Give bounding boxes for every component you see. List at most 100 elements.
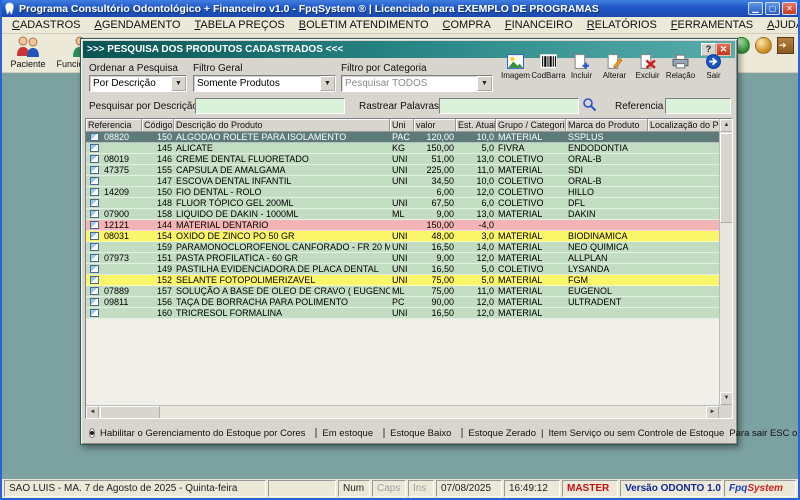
alterar-button[interactable]: Alterar <box>599 54 630 80</box>
sair-button[interactable]: Sair <box>698 54 729 80</box>
patients-toolbar-button[interactable]: Paciente <box>2 34 54 71</box>
row-image-cell <box>86 132 102 142</box>
referencia-input[interactable] <box>665 98 731 114</box>
table-row[interactable]: 12121 144 MATERIAL DENTARIO 150,00 -4,0 <box>86 220 723 231</box>
filtro-geral-select[interactable]: Somente Produtos ▼ <box>193 75 336 92</box>
cell-marca: BIODINAMICA <box>566 231 648 241</box>
table-row[interactable]: 08019 146 CREME DENTAL FLUORETADO UNI 51… <box>86 154 723 165</box>
vertical-scrollbar[interactable]: ▲ ▼ <box>719 119 732 405</box>
row-image-cell <box>86 286 102 296</box>
pesquisar-descricao-input[interactable] <box>195 98 345 114</box>
cell-valor: 90,00 <box>414 297 456 307</box>
menu-boletim-atendimento[interactable]: BOLETIM ATENDIMENTO <box>292 18 436 32</box>
rastrear-palavras-label: Rastrear Palavras <box>359 101 439 112</box>
chevron-down-icon[interactable]: ▼ <box>320 76 335 91</box>
menu-ajuda[interactable]: AJUDA <box>760 18 800 32</box>
col-header-uni[interactable]: Uni <box>390 119 414 132</box>
pesquisar-descricao-label: Pesquisar por Descrição <box>89 101 198 112</box>
col-header-est-atual[interactable]: Est. Atual <box>456 119 496 132</box>
ordenar-select[interactable]: Por Descrição ▼ <box>89 75 187 92</box>
col-header-codigo[interactable]: Código <box>142 119 174 132</box>
table-row[interactable]: 14209 150 FIO DENTAL - ROLO 6,00 12,0 CO… <box>86 187 723 198</box>
cell-marca: ENDODONTIA <box>566 143 648 153</box>
incluir-button[interactable]: Incluir <box>566 54 597 80</box>
scroll-left-button[interactable]: ◄ <box>86 406 99 419</box>
table-row[interactable]: 07973 151 PASTA PROFILATICA - 60 GR UNI … <box>86 253 723 264</box>
menu-ferramentas[interactable]: FERRAMENTAS <box>664 18 760 32</box>
minimize-button[interactable]: ▁ <box>748 2 763 15</box>
cell-marca: FGM <box>566 275 648 285</box>
table-row[interactable]: 08820 150 ALGODAO ROLETE PARA ISOLAMENTO… <box>86 132 723 143</box>
table-row[interactable]: 147 ESCOVA DENTAL INFANTIL UNI 34,50 10,… <box>86 176 723 187</box>
menu-relat-rios[interactable]: RELATÓRIOS <box>580 18 664 32</box>
cell-descricao: CREME DENTAL FLUORETADO <box>174 154 390 164</box>
rastrear-palavras-input[interactable] <box>439 98 579 114</box>
stock-toggle-label: Habilitar o Gerenciamento do Estoque por… <box>100 428 305 439</box>
cell-codigo: 150 <box>142 132 174 142</box>
cell-grupo: COLETIVO <box>496 264 566 274</box>
cell-grupo: MATERIAL <box>496 165 566 175</box>
table-row[interactable]: 148 FLUOR TÓPICO GEL 200ML UNI 67,50 6,0… <box>86 198 723 209</box>
cell-codigo: 159 <box>142 242 174 252</box>
cell-valor: 150,00 <box>414 143 456 153</box>
table-row[interactable]: 09811 156 TAÇA DE BORRACHA PARA POLIMENT… <box>86 297 723 308</box>
cell-est-atual: 12,0 <box>456 308 496 318</box>
excluir-button[interactable]: Excluir <box>632 54 663 80</box>
row-image-cell <box>86 209 102 219</box>
codbarra-button[interactable]: CodBarra <box>533 54 564 80</box>
menu-compra[interactable]: COMPRA <box>436 18 498 32</box>
row-image-cell <box>86 253 102 263</box>
search-icon <box>582 97 597 112</box>
table-row[interactable]: 149 PASTILHA EVIDENCIADORA DE PLACA DENT… <box>86 264 723 275</box>
col-header-grupo[interactable]: Grupo / Categoria <box>496 119 566 132</box>
cell-marca <box>566 308 648 318</box>
horizontal-scrollbar[interactable]: ◄ ► <box>86 405 719 418</box>
scroll-right-button[interactable]: ► <box>706 406 719 419</box>
menu-financeiro[interactable]: FINANCEIRO <box>498 18 580 32</box>
maximize-button[interactable]: ▢ <box>765 2 780 15</box>
cell-referencia: 14209 <box>102 187 142 197</box>
exit-toolbar-button[interactable] <box>777 37 794 54</box>
coins-toolbar-button[interactable] <box>755 37 772 54</box>
col-header-descricao[interactable]: Descrição do Produto <box>174 119 390 132</box>
close-button[interactable]: ✕ <box>782 2 797 15</box>
col-header-valor[interactable]: valor <box>414 119 456 132</box>
scroll-up-button[interactable]: ▲ <box>720 119 733 132</box>
table-row[interactable]: 145 ALICATE KG 150,00 5,0 FIVRA ENDODONT… <box>86 143 723 154</box>
scroll-down-button[interactable]: ▼ <box>720 392 733 405</box>
h-scroll-thumb[interactable] <box>100 406 160 419</box>
cell-est-atual: 14,0 <box>456 242 496 252</box>
search-button[interactable] <box>581 97 598 113</box>
table-row[interactable]: 07889 157 SOLUÇÃO A BASE DE OLEO DE CRAV… <box>86 286 723 297</box>
status-brand-logo: FpqSystem <box>724 480 796 497</box>
col-header-localizacao[interactable]: Localização do Produto <box>648 119 723 132</box>
photo-icon <box>90 232 99 240</box>
cell-localizacao <box>648 308 723 318</box>
cell-valor: 120,00 <box>414 132 456 142</box>
table-row[interactable]: 160 TRICRESOL FORMALINA UNI 16,50 12,0 M… <box>86 308 723 319</box>
cell-valor: 6,00 <box>414 187 456 197</box>
chevron-down-icon[interactable]: ▼ <box>171 76 186 91</box>
stock-color-toggle-radio[interactable] <box>89 428 95 438</box>
table-row[interactable]: 159 PARAMONOCLOROFENOL CANFORADO - FR 20… <box>86 242 723 253</box>
cell-descricao: PARAMONOCLOROFENOL CANFORADO - FR 20 ML <box>174 242 390 252</box>
relacao-button[interactable]: Relação <box>665 54 696 80</box>
col-header-marca[interactable]: Marca do Produto <box>566 119 648 132</box>
table-row[interactable]: 152 SELANTE FOTOPOLIMERIZAVEL UNI 75,00 … <box>86 275 723 286</box>
menu-tabela-pre-os[interactable]: TABELA PREÇOS <box>187 18 291 32</box>
menu-cadastros[interactable]: CADASTROS <box>5 18 87 32</box>
chevron-down-icon[interactable]: ▼ <box>477 76 492 91</box>
v-scroll-thumb[interactable] <box>720 133 733 223</box>
imagem-button[interactable]: Imagem <box>500 54 531 80</box>
table-row[interactable]: 07900 158 LIQUIDO DE DAKIN - 1000ML ML 9… <box>86 209 723 220</box>
menu-agendamento[interactable]: AGENDAMENTO <box>87 18 187 32</box>
cell-codigo: 145 <box>142 143 174 153</box>
filtro-categoria-select[interactable]: Pesquisar TODOS ▼ <box>341 75 493 92</box>
status-bar: SAO LUIS - MA. 7 de Agosto de 2025 - Qui… <box>2 479 798 498</box>
cell-uni: ML <box>390 209 414 219</box>
table-row[interactable]: 08031 154 OXIDO DE ZINCO PO 50 GR UNI 48… <box>86 231 723 242</box>
col-header-referencia[interactable]: Referencia <box>86 119 142 132</box>
zero-stock-label: Estoque Zerado <box>468 428 536 439</box>
table-row[interactable]: 47375 155 CAPSULA DE AMALGAMA UNI 225,00… <box>86 165 723 176</box>
cell-descricao: ESCOVA DENTAL INFANTIL <box>174 176 390 186</box>
